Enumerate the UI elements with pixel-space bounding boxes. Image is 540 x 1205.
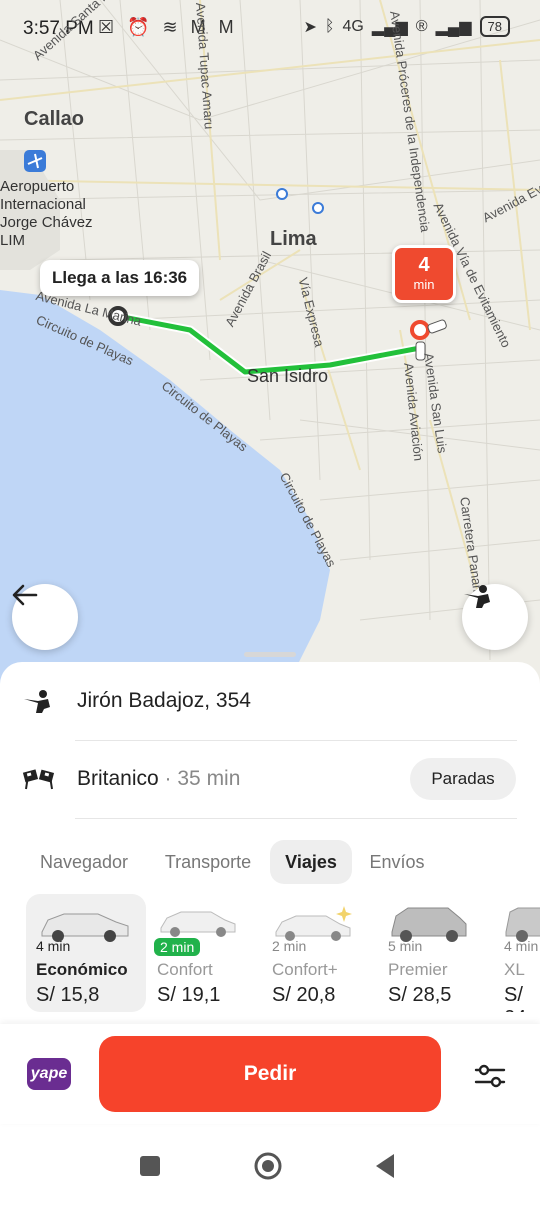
tariff-time: 2 min <box>154 938 201 956</box>
destination-address: Britanico · 35 min <box>77 767 241 790</box>
tab-transporte[interactable]: Transporte <box>152 840 264 884</box>
tariff-time: 4 min <box>504 938 539 954</box>
map-view[interactable]: 3:57 PM ☒ ⏰ ≋ M M ➤ ᛒ 4G ▂▄▆ ® ▂▄▆ 78 Ca… <box>0 0 540 700</box>
destination-duration: 35 min <box>177 767 241 790</box>
arrival-time-bubble: Llega a las 16:36 <box>40 260 200 296</box>
stops-button[interactable]: Paradas <box>410 758 516 800</box>
car-comfort-icon <box>160 911 236 937</box>
pickup-row[interactable]: Jirón Badajoz, 354 <box>0 666 540 736</box>
tariff-name: Premier <box>388 960 448 979</box>
order-button[interactable]: Pedir <box>99 1036 441 1112</box>
location-icon: ➤ <box>303 18 317 36</box>
tab-envios[interactable]: Envíos <box>362 840 432 884</box>
tariff-price: S/ 15,8 <box>36 984 100 1006</box>
registered-icon: ® <box>415 17 428 35</box>
notification-icons: ☒ ⏰ ≋ M M <box>98 17 238 37</box>
payment-method-button[interactable]: yape <box>27 1058 71 1090</box>
back-button[interactable] <box>12 584 78 650</box>
map-canvas <box>0 0 540 700</box>
destination-name: Britanico <box>77 767 159 790</box>
pickup-address: Jirón Badajoz, 354 <box>77 689 251 712</box>
map-label-lima: Lima <box>270 228 317 250</box>
trip-options-button[interactable] <box>470 1056 510 1096</box>
eta-badge: 4 min <box>392 245 456 303</box>
eta-value: 4 <box>418 254 430 276</box>
bluetooth-icon: ᛒ <box>324 17 335 35</box>
tab-navegador[interactable]: Navegador <box>26 840 142 884</box>
tariff-confort-plus[interactable]: 2 min Confort+ S/ 20,8 <box>262 894 382 1012</box>
tab-viajes[interactable]: Viajes <box>270 840 352 884</box>
eta-unit: min <box>413 277 435 292</box>
signal2-icon: ▂▄▆ <box>435 18 472 36</box>
tariff-confort[interactable]: 2 min Confort S/ 19,1 <box>147 894 267 1012</box>
map-label-san-isidro: San Isidro <box>247 366 329 386</box>
tariff-premier[interactable]: 5 min Premier S/ 28,5 <box>378 894 498 1012</box>
tariff-name: Confort <box>157 960 213 979</box>
checkered-flags-icon <box>22 768 62 790</box>
tariff-time: 4 min <box>36 938 71 954</box>
tariff-xl[interactable]: 4 min XL S/ 24 <box>494 894 540 1012</box>
tariff-economico[interactable]: 4 min Económico S/ 15,8 <box>26 894 146 1012</box>
recents-icon[interactable] <box>140 1156 160 1176</box>
sliders-icon <box>474 1064 506 1088</box>
system-icons: ➤ ᛒ 4G ▂▄▆ ® ▂▄▆ 78 <box>303 16 510 37</box>
tariff-price: S/ 28,5 <box>388 984 452 1006</box>
network-label: 4G <box>342 17 364 35</box>
tariff-price: S/ 24 <box>504 984 526 1012</box>
pickup-marker <box>410 320 430 340</box>
tariff-time: 5 min <box>388 938 423 954</box>
sheet-handle[interactable] <box>244 652 296 657</box>
tariff-name: Confort+ <box>272 960 338 979</box>
map-label-callao: Callao <box>24 108 85 130</box>
arrow-left-icon <box>12 584 38 606</box>
map-label-airport: Aeropuerto Internacional Jorge Chávez LI… <box>0 178 93 249</box>
tariff-name: Económico <box>36 960 128 979</box>
pickup-person-button[interactable] <box>462 584 528 650</box>
person-waving-icon <box>22 689 62 713</box>
tariff-time: 2 min <box>272 938 307 954</box>
tariff-price: S/ 20,8 <box>272 984 336 1006</box>
battery-indicator: 78 <box>479 16 510 37</box>
address-divider-2 <box>75 818 517 819</box>
tariff-price: S/ 19,1 <box>157 984 221 1006</box>
back-icon[interactable] <box>376 1154 394 1178</box>
address-divider <box>75 740 517 741</box>
person-waving-icon <box>464 585 490 608</box>
system-nav-bar <box>0 1130 540 1200</box>
tariff-name: XL <box>504 960 525 979</box>
